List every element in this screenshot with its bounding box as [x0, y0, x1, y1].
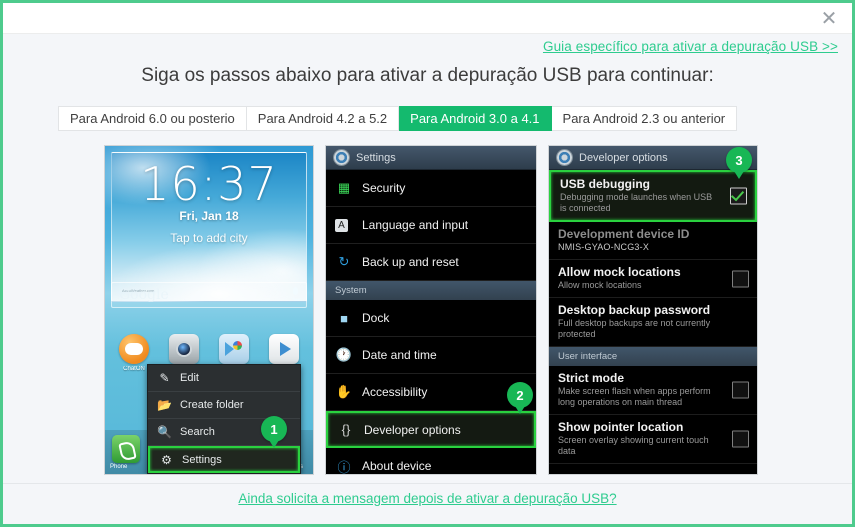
usb-debugging-checkbox[interactable]: [730, 187, 747, 205]
dev-row-usb-debugging[interactable]: USB debugging Debugging mode launches wh…: [549, 170, 757, 222]
clock-icon: 🕐: [335, 347, 353, 362]
settings-row-label: Date and time: [362, 348, 437, 362]
dev-row-title: Allow mock locations: [558, 265, 681, 279]
gear-icon: ⚙: [161, 452, 172, 467]
context-menu-item-label: Edit: [180, 372, 199, 384]
show-pointer-location-checkbox[interactable]: [732, 430, 749, 448]
brackets-icon: {}: [341, 422, 351, 437]
dev-row-subtitle: Debugging mode launches when USB is conn…: [560, 192, 713, 213]
dev-row-subtitle: Make screen flash when apps perform long…: [558, 386, 711, 407]
context-menu-item-label: Create folder: [180, 399, 244, 411]
dev-row-title: Desktop backup password: [558, 303, 711, 317]
footer-divider: [3, 483, 852, 484]
close-icon[interactable]: ✕: [816, 7, 842, 31]
google-search-widget[interactable]: Google: [111, 282, 307, 308]
pencil-icon: ✎: [159, 371, 170, 385]
tab-android-23[interactable]: Para Android 2.3 ou anterior: [551, 106, 738, 131]
phone-icon[interactable]: [112, 435, 140, 463]
dev-row-subtitle: Full desktop backups are not currently p…: [558, 318, 711, 339]
tab-android-42-52[interactable]: Para Android 4.2 a 5.2: [246, 106, 400, 131]
context-menu-item-edit[interactable]: ✎ Edit: [148, 365, 300, 392]
gear-icon: [557, 150, 572, 165]
weather-clock-widget[interactable]: 16:37 Fri, Jan 18 Tap to add city AccuWe…: [111, 152, 307, 302]
settings-row-security[interactable]: ▦ Security: [326, 170, 536, 207]
settings-row-language-and-input[interactable]: A Language and input: [326, 207, 536, 244]
dev-row-title: USB debugging: [560, 177, 650, 191]
step-badge-1: 1: [261, 416, 287, 448]
steps-screenshots: 16:37 Fri, Jan 18 Tap to add city AccuWe…: [3, 145, 852, 477]
settings-section-system: System: [326, 281, 536, 300]
dev-row-title: Show pointer location: [558, 420, 684, 434]
chaton-icon: [119, 334, 149, 364]
backup-reset-icon: ↻: [338, 254, 350, 269]
widget-clock: 16:37: [140, 157, 278, 211]
settings-row-label: Back up and reset: [362, 255, 459, 269]
step2-settings-panel: Settings ▦ Security A Language and input…: [325, 145, 537, 475]
developer-options-list: USB debugging Debugging mode launches wh…: [549, 170, 757, 474]
folder-add-icon: 📂: [157, 398, 172, 412]
dev-row-title: Strict mode: [558, 371, 625, 385]
info-icon: ⓘ: [337, 459, 351, 475]
settings-row-label: Security: [362, 181, 406, 195]
microphone-icon[interactable]: [292, 287, 301, 302]
dev-row-subtitle: NMIS-GYAO-NCG3-X: [558, 242, 650, 252]
settings-row-back-up-and-reset[interactable]: ↻ Back up and reset: [326, 244, 536, 281]
dev-row-show-pointer-location[interactable]: Show pointer location Screen overlay sho…: [549, 415, 757, 464]
gear-icon: [334, 150, 349, 165]
dev-row-strict-mode[interactable]: Strict mode Make screen flash when apps …: [549, 366, 757, 415]
context-menu-item-create-folder[interactable]: 📂 Create folder: [148, 392, 300, 419]
settings-row-developer-options[interactable]: {} Developer options: [326, 411, 536, 448]
settings-row-dock[interactable]: ■ Dock: [326, 300, 536, 337]
language-icon: A: [335, 218, 348, 232]
tab-android-30-41[interactable]: Para Android 3.0 a 4.1: [399, 106, 552, 131]
step-badge-3: 3: [726, 147, 752, 179]
android-version-tabs: Para Android 6.0 ou posterio Para Androi…: [58, 106, 738, 131]
allow-mock-locations-checkbox[interactable]: [732, 270, 749, 287]
widget-date: Fri, Jan 18: [179, 209, 239, 223]
step-badge-2: 2: [507, 382, 533, 414]
hand-icon: ✋: [335, 384, 353, 399]
settings-row-label: Accessibility: [362, 385, 428, 399]
developer-options-title: Developer options: [579, 151, 668, 164]
dev-row-development-device-id: Development device ID NMIS-GYAO-NCG3-X: [549, 222, 757, 260]
dev-row-desktop-backup-password[interactable]: Desktop backup password Full desktop bac…: [549, 298, 757, 347]
dev-row-subtitle: Allow mock locations: [558, 280, 642, 290]
settings-row-label: Language and input: [362, 218, 469, 232]
strict-mode-checkbox[interactable]: [732, 381, 749, 399]
page-title: Siga os passos abaixo para ativar a depu…: [141, 65, 714, 86]
dock-phone-label: Phone: [110, 464, 128, 470]
google-logo: Google: [119, 287, 169, 303]
dev-row-subtitle: Screen overlay showing current touch dat…: [558, 435, 709, 456]
dock-icon: ■: [340, 310, 348, 326]
settings-row-label: Developer options: [364, 422, 461, 437]
context-menu-item-label: Search: [180, 426, 215, 438]
settings-row-label: Dock: [362, 311, 390, 325]
context-menu-item-settings[interactable]: ⚙ Settings: [148, 446, 300, 473]
search-icon: 🔍: [157, 425, 172, 439]
usb-debugging-dialog: ✕ Guia específico para ativar a depuraçã…: [0, 0, 855, 527]
dev-section-user-interface: User interface: [549, 347, 757, 366]
settings-list: ▦ Security A Language and input ↻ Back u…: [326, 170, 536, 474]
play-store-icon: [269, 334, 299, 364]
gallery-icon: [219, 334, 249, 364]
dev-row-allow-mock-locations[interactable]: Allow mock locations Allow mock location…: [549, 260, 757, 298]
security-grid-icon: ▦: [337, 180, 351, 195]
dialog-titlebar: ✕: [3, 3, 852, 34]
dev-row-title: Development device ID: [558, 227, 690, 241]
settings-row-date-and-time[interactable]: 🕐 Date and time: [326, 337, 536, 374]
still-prompting-link[interactable]: Ainda solicita a mensagem depois de ativ…: [3, 491, 852, 506]
settings-titlebar: Settings: [326, 146, 536, 170]
context-menu-item-label: Settings: [182, 453, 222, 466]
camera-icon: [169, 334, 199, 364]
settings-title: Settings: [356, 151, 396, 164]
step3-developer-options-panel: Developer options USB debugging Debuggin…: [548, 145, 758, 475]
settings-row-about-device[interactable]: ⓘ About device: [326, 448, 536, 475]
tab-android-6[interactable]: Para Android 6.0 ou posterio: [58, 106, 247, 131]
settings-row-accessibility[interactable]: ✋ Accessibility: [326, 374, 536, 411]
widget-city-hint[interactable]: Tap to add city: [112, 231, 306, 245]
settings-row-label: About device: [362, 459, 432, 473]
usb-debugging-guide-link[interactable]: Guia específico para ativar a depuração …: [543, 39, 838, 54]
